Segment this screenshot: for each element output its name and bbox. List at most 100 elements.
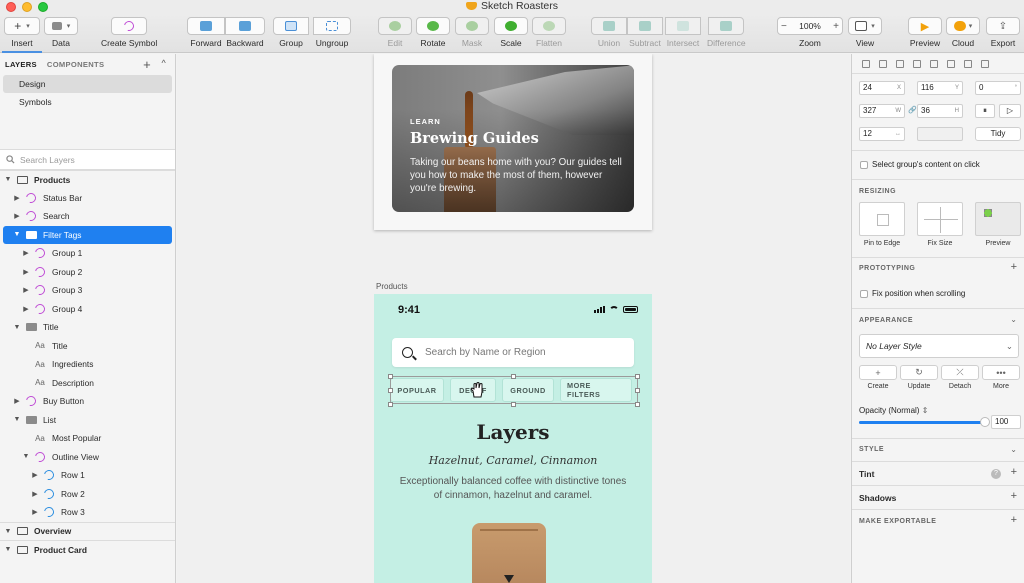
intersect-button[interactable]	[665, 17, 701, 35]
scale-tool[interactable]: Scale	[494, 17, 528, 48]
fix-position-checkbox[interactable]	[860, 290, 868, 298]
update-style-button[interactable]: ↻	[900, 365, 938, 380]
product-search-input[interactable]: Search by Name or Region	[392, 338, 634, 367]
opacity-label[interactable]: Opacity (Normal) ⇕	[859, 406, 928, 415]
layer-row[interactable]: ▼ Product Card	[0, 540, 175, 559]
height-field[interactable]: 36 H	[917, 104, 963, 118]
tab-components[interactable]: COMPONENTS	[47, 60, 104, 69]
distribute-vertical-icon[interactable]	[981, 59, 989, 68]
disclosure-expanded-icon[interactable]: ▼	[4, 546, 12, 553]
layer-row[interactable]: ▶ Group 4	[0, 300, 175, 319]
select-group-content-checkbox[interactable]	[860, 161, 868, 169]
disclosure-expanded-icon[interactable]: ▼	[22, 453, 30, 460]
data-tool[interactable]: ▾ Data	[44, 17, 78, 48]
export-tool[interactable]: ⇪ Export	[986, 17, 1020, 48]
align-middle-icon[interactable]	[930, 59, 938, 68]
disclosure-collapsed-icon[interactable]: ▶	[22, 249, 30, 257]
backward-tool[interactable]: Backward	[225, 17, 265, 48]
export-button[interactable]: ⇪	[986, 17, 1020, 35]
union-button[interactable]	[591, 17, 627, 35]
disclosure-collapsed-icon[interactable]: ▶	[13, 194, 21, 202]
edit-tool[interactable]: Edit	[378, 17, 412, 48]
vertical-spacing-field[interactable]	[917, 127, 963, 141]
filter-tag-more-filters[interactable]: MORE FILTERS	[560, 378, 632, 402]
collapse-pages-button[interactable]: ^	[161, 58, 166, 68]
chevron-down-icon[interactable]: ⌄	[1010, 445, 1017, 454]
opacity-field[interactable]: 100	[991, 415, 1021, 429]
layer-row[interactable]: ▶ Status Bar	[0, 189, 175, 208]
layer-row[interactable]: ▶ Group 1	[0, 244, 175, 263]
flip-vertical-button[interactable]: ▷	[999, 104, 1021, 118]
create-style-button[interactable]: +	[859, 365, 897, 380]
rotation-field[interactable]: 0 °	[975, 81, 1021, 95]
ungroup-tool[interactable]: Ungroup	[313, 17, 351, 48]
align-top-icon[interactable]	[913, 59, 921, 68]
add-shadow-button[interactable]: +	[1011, 490, 1017, 502]
disclosure-collapsed-icon[interactable]: ▶	[22, 305, 30, 313]
opacity-slider[interactable]	[859, 417, 990, 427]
create-symbol-button[interactable]	[111, 17, 148, 35]
tidy-button[interactable]: Tidy	[975, 127, 1021, 141]
layer-row[interactable]: ▼ List	[0, 411, 175, 430]
layer-style-dropdown[interactable]: No Layer Style ⌄	[859, 334, 1019, 358]
view-tool[interactable]: ▾ View	[848, 17, 882, 48]
add-prototyping-button[interactable]: +	[1011, 261, 1017, 273]
intersect-tool[interactable]: Intersect	[665, 17, 701, 48]
add-page-button[interactable]: +	[143, 57, 151, 72]
layer-row[interactable]: ▼ Filter Tags	[3, 225, 172, 244]
insert-tool[interactable]: + ▾ Insert	[4, 17, 40, 48]
disclosure-expanded-icon[interactable]: ▼	[13, 231, 21, 238]
width-field[interactable]: 327 W	[859, 104, 905, 118]
align-bottom-icon[interactable]	[947, 59, 955, 68]
opacity-slider-knob[interactable]	[980, 417, 990, 427]
view-button[interactable]: ▾	[848, 17, 882, 35]
layer-row[interactable]: ▶ Row 3	[0, 503, 175, 522]
resize-handle[interactable]	[635, 388, 640, 393]
disclosure-expanded-icon[interactable]: ▼	[13, 324, 21, 331]
resize-handle[interactable]	[511, 374, 516, 379]
edit-button[interactable]	[378, 17, 412, 35]
resize-handle[interactable]	[635, 374, 640, 379]
disclosure-collapsed-icon[interactable]: ▶	[13, 397, 21, 405]
align-center-icon[interactable]	[879, 59, 887, 68]
zoom-in-button[interactable]: +	[833, 21, 839, 32]
layer-row[interactable]: Aa Most Popular	[0, 429, 175, 448]
spacing-field[interactable]: 12 ↔	[859, 127, 905, 141]
preview-button[interactable]: ▶	[908, 17, 942, 35]
overview-artboard[interactable]: LEARN Brewing Guides Taking our beans ho…	[374, 54, 652, 230]
subtract-tool[interactable]: Subtract	[627, 17, 663, 48]
filter-tags[interactable]: POPULAR DECAF GROUND MORE FILTERS	[390, 376, 638, 404]
disclosure-expanded-icon[interactable]: ▼	[4, 176, 12, 183]
products-artboard[interactable]: 9:41 Search by Name or Region POPULAR DE…	[374, 294, 652, 583]
layer-row[interactable]: ▼ Title	[0, 318, 175, 337]
tab-layers[interactable]: LAYERS	[5, 60, 37, 69]
add-export-button[interactable]: +	[1011, 514, 1017, 526]
forward-tool[interactable]: Forward	[187, 17, 225, 48]
difference-button[interactable]	[708, 17, 745, 35]
x-position-field[interactable]: 24 X	[859, 81, 905, 95]
disclosure-collapsed-icon[interactable]: ▶	[31, 490, 39, 498]
ungroup-button[interactable]	[313, 17, 351, 35]
disclosure-collapsed-icon[interactable]: ▶	[13, 212, 21, 220]
scale-button[interactable]	[494, 17, 528, 35]
resize-handle[interactable]	[635, 402, 640, 407]
create-symbol-tool[interactable]: Create Symbol	[101, 17, 157, 48]
align-left-icon[interactable]	[862, 59, 870, 68]
page-item-design[interactable]: Design	[3, 75, 172, 93]
union-tool[interactable]: Union	[591, 17, 627, 48]
pin-to-edge-control[interactable]	[859, 202, 905, 236]
resize-handle[interactable]	[388, 402, 393, 407]
help-icon[interactable]: ?	[991, 469, 1001, 479]
cloud-tool[interactable]: ▾ Cloud	[946, 17, 980, 48]
distribute-horizontal-icon[interactable]	[964, 59, 972, 68]
more-style-button[interactable]: •••	[982, 365, 1020, 380]
artboard-title[interactable]: Products	[376, 282, 408, 291]
insert-button[interactable]: + ▾	[4, 17, 40, 35]
layer-row[interactable]: ▼ Outline View	[0, 448, 175, 467]
page-item-symbols[interactable]: Symbols	[3, 93, 172, 111]
disclosure-expanded-icon[interactable]: ▼	[4, 528, 12, 535]
layer-row[interactable]: ▶ Buy Button	[0, 392, 175, 411]
fix-size-control[interactable]	[917, 202, 963, 236]
layer-row[interactable]: ▶ Group 2	[0, 263, 175, 282]
preview-tool[interactable]: ▶ Preview	[908, 17, 942, 48]
